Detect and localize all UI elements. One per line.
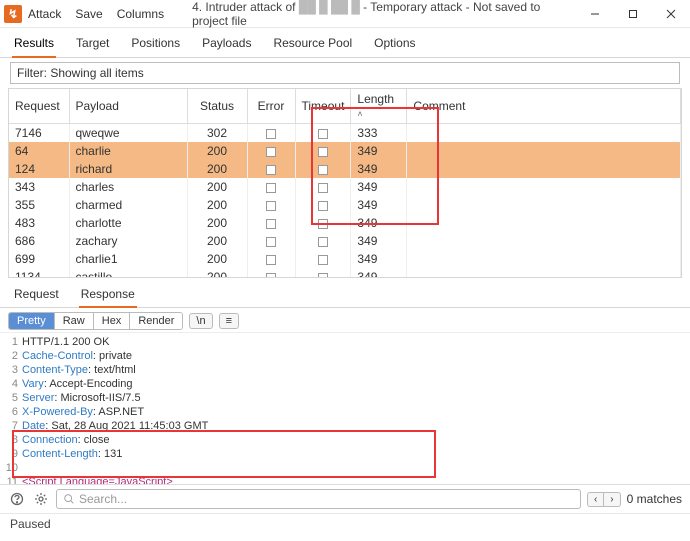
search-nav: ‹ › [587,492,621,507]
filter-box[interactable]: Filter: Showing all items [10,62,680,84]
menu-attack[interactable]: Attack [28,7,61,21]
titlebar: ↯ Attack Save Columns 4. Intruder attack… [0,0,690,28]
table-row[interactable]: 7146qweqwe302333 [9,124,681,143]
tab-payloads[interactable]: Payloads [200,32,253,57]
table-row[interactable]: 64charlie200349 [9,142,681,160]
view-mode-group: Pretty Raw Hex Render [8,312,183,330]
menu-columns[interactable]: Columns [117,7,164,21]
search-row: Search... ‹ › 0 matches [0,484,690,513]
table-row[interactable]: 1134castillo200349 [9,268,681,278]
timeout-checkbox[interactable] [318,129,328,139]
search-next[interactable]: › [603,492,620,507]
col-request[interactable]: Request [9,89,69,124]
view-render[interactable]: Render [130,313,182,329]
tab-request[interactable]: Request [12,284,61,307]
response-body[interactable]: 1HTTP/1.1 200 OK2Cache-Control: private3… [0,332,690,484]
table-row[interactable]: 124richard200349 [9,160,681,178]
col-payload[interactable]: Payload [69,89,187,124]
title-host: ██ █ ██ █ [299,0,360,14]
error-checkbox[interactable] [266,273,276,278]
window-buttons [576,0,690,28]
col-comment[interactable]: Comment [407,89,681,124]
error-checkbox[interactable] [266,183,276,193]
tab-response[interactable]: Response [79,284,137,308]
error-checkbox[interactable] [266,165,276,175]
timeout-checkbox[interactable] [318,273,328,278]
table-row[interactable]: 343charles200349 [9,178,681,196]
error-checkbox[interactable] [266,219,276,229]
help-icon[interactable] [8,490,26,508]
results-table: Request Payload Status Error Timeout Len… [9,89,681,278]
timeout-checkbox[interactable] [318,201,328,211]
timeout-checkbox[interactable] [318,237,328,247]
settings-icon[interactable] [32,490,50,508]
maximize-button[interactable] [614,0,652,28]
col-length[interactable]: Length [351,89,407,124]
table-row[interactable]: 699charlie1200349 [9,250,681,268]
timeout-checkbox[interactable] [318,147,328,157]
table-row[interactable]: 483charlotte200349 [9,214,681,232]
view-pretty[interactable]: Pretty [9,313,55,329]
toggle-newlines[interactable]: \n [189,313,212,329]
view-hex[interactable]: Hex [94,313,131,329]
match-count: 0 matches [627,492,682,506]
main-tabs: Results Target Positions Payloads Resour… [0,28,690,58]
error-checkbox[interactable] [266,237,276,247]
close-button[interactable] [652,0,690,28]
view-raw[interactable]: Raw [55,313,94,329]
tab-target[interactable]: Target [74,32,111,57]
results-table-wrap: Request Payload Status Error Timeout Len… [8,88,682,278]
menu-save[interactable]: Save [75,7,102,21]
timeout-checkbox[interactable] [318,219,328,229]
window-title: 4. Intruder attack of ██ █ ██ █ - Tempor… [164,0,576,28]
col-status[interactable]: Status [187,89,247,124]
col-timeout[interactable]: Timeout [295,89,351,124]
error-checkbox[interactable] [266,201,276,211]
timeout-checkbox[interactable] [318,165,328,175]
view-toolbar: Pretty Raw Hex Render \n ≡ [0,308,690,332]
search-prev[interactable]: ‹ [587,492,603,507]
table-header: Request Payload Status Error Timeout Len… [9,89,681,124]
col-error[interactable]: Error [247,89,295,124]
toggle-wrap[interactable]: ≡ [219,313,239,329]
filter-row: Filter: Showing all items [0,58,690,88]
search-input[interactable]: Search... [56,489,581,509]
timeout-checkbox[interactable] [318,255,328,265]
message-tabs: Request Response [0,280,690,308]
error-checkbox[interactable] [266,129,276,139]
tab-resource[interactable]: Resource Pool [271,32,354,57]
table-row[interactable]: 355charmed200349 [9,196,681,214]
error-checkbox[interactable] [266,255,276,265]
search-placeholder: Search... [79,492,127,506]
table-row[interactable]: 686zachary200349 [9,232,681,250]
error-checkbox[interactable] [266,147,276,157]
tab-options[interactable]: Options [372,32,417,57]
tab-positions[interactable]: Positions [129,32,182,57]
minimize-button[interactable] [576,0,614,28]
title-prefix: 4. Intruder attack of [192,0,299,14]
timeout-checkbox[interactable] [318,183,328,193]
app-icon: ↯ [4,5,22,23]
search-icon [63,493,75,505]
tab-results[interactable]: Results [12,32,56,58]
status-bar: Paused [0,513,690,534]
menu: Attack Save Columns [28,7,164,21]
